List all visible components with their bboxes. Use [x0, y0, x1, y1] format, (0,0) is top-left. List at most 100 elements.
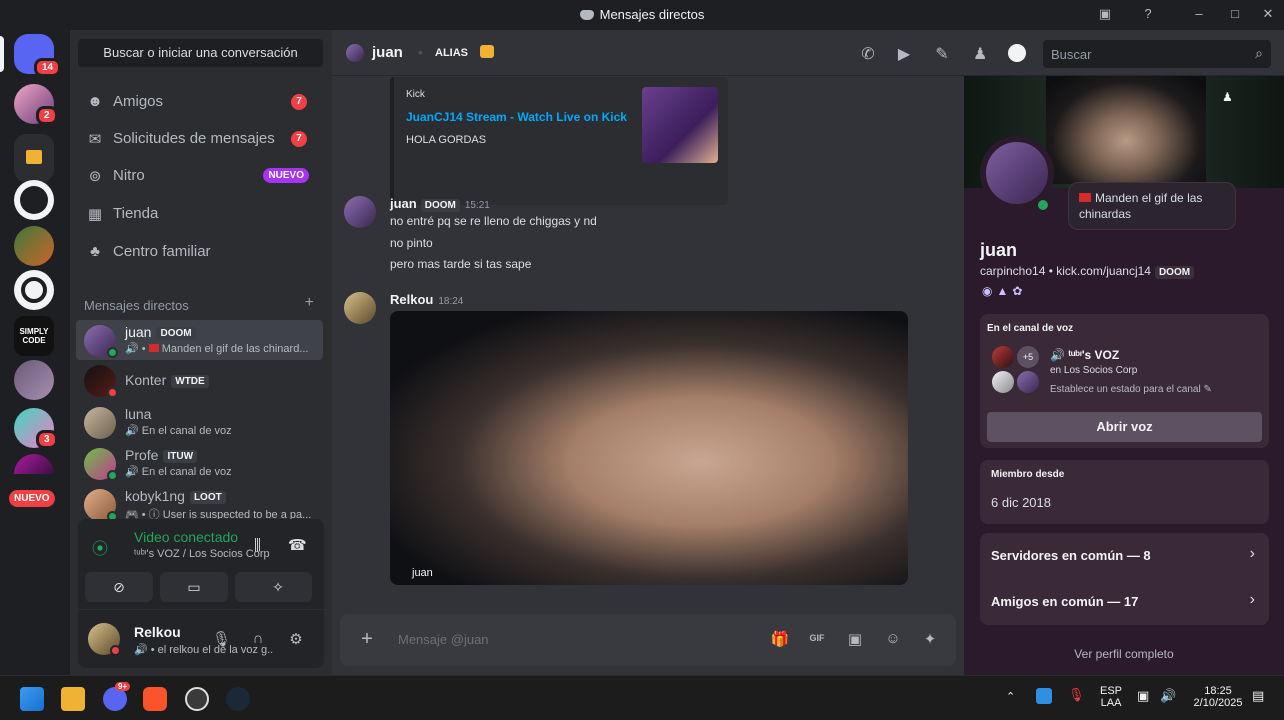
shop-icon: ▦ — [87, 206, 103, 223]
view-full-profile-link[interactable]: Ver perfil completo — [964, 647, 1284, 661]
gif-icon[interactable]: GIF — [807, 633, 827, 653]
dm-item-juan[interactable]: juan DOOM 🔊 • Manden el gif de las chinar… — [76, 320, 323, 360]
avatar — [84, 407, 116, 439]
disconnect-icon[interactable]: ☎ — [288, 536, 307, 554]
recipient-name[interactable]: juan — [372, 44, 403, 61]
attach-plus-icon[interactable]: + — [356, 628, 378, 650]
microphone-icon[interactable]: 🎙 — [212, 630, 231, 648]
soundboard-button[interactable]: ✧ — [244, 572, 312, 602]
clock[interactable]: 18:25 2/10/2025 — [1190, 685, 1246, 709]
mutual-friends-row[interactable]: Amigos en común — 17 › — [980, 579, 1269, 625]
add-friends-to-dm-icon[interactable]: ♟ — [973, 44, 987, 64]
hypesquad-badge-icon[interactable]: ▲ — [996, 284, 1012, 298]
dm-item-profe[interactable]: Profe ITUW 🔊 En el canal de voz — [76, 443, 323, 483]
server-icon[interactable]: 2 — [14, 84, 58, 125]
nav-shop[interactable]: ▦ Tienda — [78, 196, 323, 232]
server-badge: 3 — [36, 430, 58, 449]
nuevo-badge: NUEVO — [9, 490, 55, 507]
video-stream-tile[interactable]: juan — [390, 311, 908, 585]
server-icon[interactable] — [14, 360, 54, 400]
open-voice-button[interactable]: Abrir voz — [987, 412, 1262, 442]
voice-channel-name: ᵗᵘᵇᶦ's VOZ — [1068, 348, 1120, 362]
voice-call-icon[interactable]: ✆ — [858, 44, 878, 64]
avatar[interactable] — [344, 196, 376, 228]
search-icon: ⌕ — [1255, 45, 1263, 61]
message-author[interactable]: Relkou — [390, 292, 433, 307]
headphones-icon[interactable]: ∩ — [249, 630, 267, 648]
chevron-up-icon[interactable]: ⌃ — [1006, 690, 1015, 703]
discord-badge: 9+ — [115, 682, 131, 691]
emoji-icon[interactable]: ☺ — [883, 630, 903, 650]
camera-off-button[interactable]: ⊘ — [85, 572, 153, 602]
discord-taskbar-icon[interactable]: 9+ — [103, 682, 131, 711]
create-dm-plus-icon[interactable]: + — [305, 294, 314, 312]
mutual-servers-row[interactable]: Servidores en común — 8 › — [980, 533, 1269, 579]
help-icon[interactable]: ? — [1138, 6, 1158, 24]
mail-icon: ✉ — [88, 131, 102, 148]
apps-gamepad-icon[interactable]: ✦ — [920, 630, 940, 650]
find-conversation-button[interactable]: Buscar o iniciar una conversación — [78, 39, 323, 67]
search-input[interactable]: Buscar ⌕ — [1043, 40, 1271, 68]
profile-handle: carpincho14 • kick.com/juancj14 — [980, 264, 1151, 278]
noise-suppression-icon[interactable]: ⫼ — [254, 537, 261, 554]
dm-item-konter[interactable]: Konter WTDE — [76, 360, 323, 400]
settings-gear-icon[interactable]: ⚙ — [287, 630, 305, 648]
embed-thumbnail[interactable] — [642, 87, 718, 163]
message-input[interactable]: Mensaje @juan — [398, 632, 489, 647]
server-icon[interactable]: SIMPLY CODE — [14, 316, 54, 356]
inbox-icon[interactable]: ▣ — [1095, 6, 1115, 24]
dm-item-luna[interactable]: luna 🔊 En el canal de voz — [76, 402, 323, 442]
set-channel-status-link[interactable]: Establece un estado para el canal — [1050, 384, 1201, 395]
video-pip[interactable] — [1046, 76, 1206, 184]
minimize-button[interactable]: – — [1189, 6, 1209, 24]
notifications-icon[interactable]: ▤ — [1252, 688, 1264, 704]
pin-icon[interactable]: ✎ — [932, 44, 952, 64]
message-timestamp: 15:21 — [464, 200, 490, 211]
dm-item-kobyk1ng[interactable]: kobyk1ng LOOT 🎮 • ⓘ User is suspected to … — [76, 484, 323, 524]
nav-message-requests[interactable]: ✉ Solicitudes de mensajes 7 — [78, 121, 323, 157]
server-icon[interactable] — [14, 454, 54, 474]
mic-tray-icon[interactable]: 🎙 — [1068, 687, 1085, 703]
brave-browser-icon[interactable] — [143, 687, 167, 711]
nitro-badge-icon[interactable]: ◉ — [982, 284, 996, 298]
obs-icon[interactable] — [185, 687, 209, 711]
voice-channel-path[interactable]: ᵗᵘᵇᶦ's VOZ / Los Socios Corp — [134, 548, 270, 560]
nav-nitro[interactable]: ⊚ Nitro NUEVO — [78, 158, 323, 194]
close-button[interactable]: ✕ — [1258, 6, 1278, 24]
file-explorer-icon[interactable] — [61, 687, 85, 711]
volume-icon[interactable]: 🔊 — [1160, 688, 1176, 704]
message-author[interactable]: juan — [390, 196, 417, 211]
avatar[interactable] — [344, 292, 376, 324]
server-icon[interactable] — [14, 270, 54, 310]
folder-icon[interactable] — [14, 134, 54, 182]
boost-badge-icon[interactable]: ✿ — [1012, 284, 1026, 298]
security-shield-icon[interactable] — [1036, 688, 1052, 704]
requests-count-badge: 7 — [291, 131, 307, 147]
server-rail: 14 2 SIMPLY CODE 3 NUEVO — [0, 30, 70, 675]
steam-icon[interactable] — [226, 687, 250, 711]
voice-status-title[interactable]: Video conectado — [134, 529, 238, 545]
server-tag: WTDE — [171, 375, 209, 388]
server-icon[interactable]: 3 — [14, 408, 58, 449]
embed-title-link[interactable]: JuanCJ14 Stream - Watch Live on Kick — [406, 110, 627, 124]
server-icon[interactable] — [14, 226, 54, 266]
nav-friends[interactable]: ☻ Amigos 7 — [78, 84, 323, 120]
sticker-icon[interactable]: ▣ — [845, 630, 865, 650]
network-icon[interactable]: ▣ — [1137, 688, 1149, 704]
gift-icon[interactable]: 🎁 — [770, 630, 790, 650]
home-button[interactable]: 14 — [14, 34, 62, 77]
chevron-right-icon: › — [1249, 591, 1255, 608]
message-composer: + Mensaje @juan 🎁 GIF ▣ ☺ ✦ — [340, 614, 956, 666]
language-switcher[interactable]: ESP LAA — [1100, 685, 1122, 709]
server-icon[interactable] — [14, 180, 54, 220]
video-participant-label: juan — [412, 567, 433, 579]
profile-toggle-icon[interactable] — [1008, 44, 1026, 62]
maximize-button[interactable]: □ — [1225, 6, 1245, 24]
pip-user-icon[interactable]: ♟ — [1222, 90, 1233, 104]
speaker-icon: 🔊 — [1050, 348, 1069, 362]
video-call-icon[interactable]: ▶ — [894, 44, 914, 64]
windows-start-icon[interactable] — [20, 687, 44, 711]
kick-embed: Kick JuanCJ14 Stream - Watch Live on Kic… — [390, 77, 728, 205]
screen-share-button[interactable]: ▭ — [160, 572, 228, 602]
nav-family-center[interactable]: ♣ Centro familiar — [78, 234, 323, 270]
